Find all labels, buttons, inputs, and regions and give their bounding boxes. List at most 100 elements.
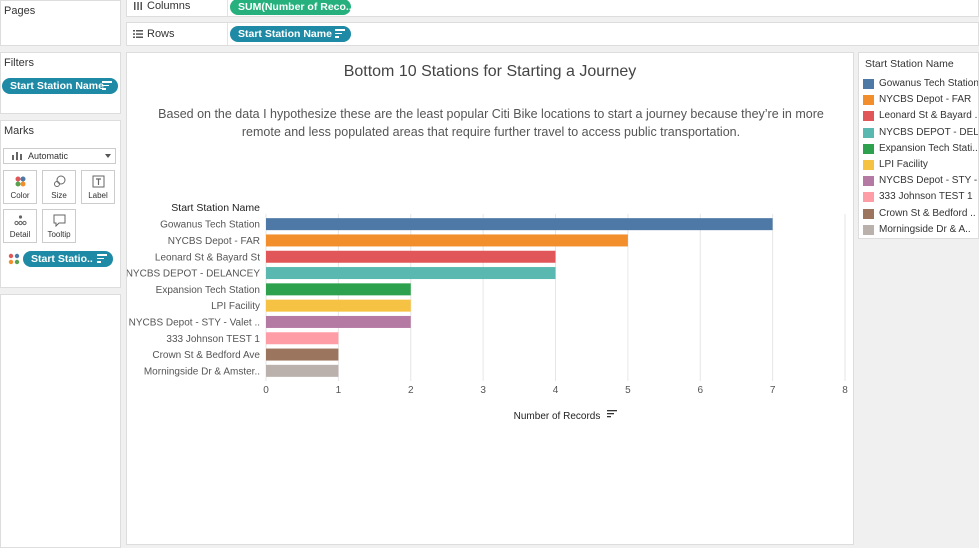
x-tick-label: 2 (408, 385, 414, 396)
label-label: Label (88, 191, 108, 200)
columns-shelf[interactable]: Columns SUM(Number of Reco.. (126, 0, 979, 17)
color-field-pill-label: Start Statio.. (31, 253, 93, 265)
rows-icon (133, 30, 143, 38)
category-label: LPI Facility (211, 301, 260, 312)
color-icon (15, 176, 26, 187)
legend-label: NYCBS DEPOT - DELA.. (879, 126, 979, 138)
category-label: NYCBS Depot - STY - Valet .. (129, 317, 260, 328)
bar (266, 283, 411, 296)
category-label: Gowanus Tech Station (160, 220, 260, 231)
x-tick-label: 8 (842, 385, 848, 396)
legend-item[interactable]: Expansion Tech Stati.. (863, 142, 978, 156)
chart-subtitle-line-2: remote and less populated areas that req… (241, 125, 741, 139)
color-field-pill[interactable]: Start Statio.. (23, 251, 113, 267)
legend-item[interactable]: NYCBS Depot - STY - .. (863, 174, 979, 188)
rows-pill[interactable]: Start Station Name (230, 26, 351, 42)
legend-item[interactable]: 333 Johnson TEST 1 (863, 190, 978, 204)
bar (266, 218, 773, 231)
label-button[interactable]: Label (81, 170, 115, 204)
rows-shelf[interactable]: Rows Start Station Name (126, 22, 979, 46)
legend-swatch (863, 95, 874, 106)
mark-type-label: Automatic (28, 151, 69, 161)
chart-view: Bottom 10 Stations for Starting a Journe… (126, 52, 854, 545)
category-label: NYCBS Depot - FAR (168, 236, 260, 247)
legend-label: NYCBS Depot - STY - .. (879, 175, 979, 187)
marks-card: Marks Automatic Color Size Label Detail … (0, 120, 121, 288)
legend-label: Gowanus Tech Station (879, 78, 979, 89)
legend-label: 333 Johnson TEST 1 (879, 191, 973, 203)
sort-icon-stroke (607, 416, 611, 418)
pages-label: Pages (4, 5, 36, 17)
category-label: NYCBS DEPOT - DELANCEY (127, 269, 260, 280)
legend-swatch (863, 127, 874, 138)
bar (266, 315, 411, 328)
legend-swatch (863, 176, 874, 187)
legend-swatch (863, 79, 874, 89)
legend-swatch (863, 143, 874, 154)
legend-swatch (863, 224, 874, 235)
color-button[interactable]: Color (3, 170, 37, 204)
mark-type-dropdown[interactable]: Automatic (3, 148, 116, 164)
size-label: Size (51, 191, 67, 200)
chart-subtitle: Based on the data I hypothesize these ar… (143, 105, 839, 141)
sort-icon (335, 29, 345, 39)
tableau-worksheet: Pages Filters Start Station Name Marks A… (0, 0, 979, 548)
detail-icon (14, 215, 27, 226)
color-legend[interactable]: Start Station Name Gowanus Tech Station N… (858, 52, 979, 239)
legend-swatch (863, 208, 874, 219)
size-button[interactable]: Size (42, 170, 76, 204)
chart-title: Bottom 10 Stations for Starting a Journe… (343, 63, 637, 80)
sort-icon (102, 81, 112, 91)
bar-chart-icon (12, 152, 22, 160)
category-label: 333 Johnson TEST 1 (166, 334, 260, 345)
x-tick-label: 5 (625, 385, 631, 396)
pages-card[interactable]: Pages (0, 0, 121, 46)
bar (266, 348, 339, 361)
columns-label: Columns (147, 0, 191, 12)
chevron-down-icon (105, 154, 111, 158)
columns-pill[interactable]: SUM(Number of Reco.. (230, 0, 351, 15)
legend-item[interactable]: NYCBS DEPOT - DELA.. (863, 126, 979, 140)
detail-label: Detail (9, 230, 31, 239)
legend-item[interactable]: Gowanus Tech Station (863, 77, 979, 91)
sort-icon-stroke (607, 410, 617, 412)
filters-card[interactable]: Filters Start Station Name (0, 52, 121, 114)
x-tick-label: 1 (336, 385, 342, 396)
text-label-icon (92, 175, 105, 188)
x-tick-label: 6 (697, 385, 703, 396)
bar (266, 267, 556, 280)
tooltip-button[interactable]: Tooltip (42, 209, 76, 243)
legend-item[interactable]: Crown St & Bedford .. (863, 207, 978, 221)
x-tick-label: 4 (553, 385, 559, 396)
detail-button[interactable]: Detail (3, 209, 37, 243)
legend-label: Expansion Tech Stati.. (879, 142, 978, 154)
legend-item[interactable]: NYCBS Depot - FAR (863, 93, 978, 107)
tooltip-label: Tooltip (47, 230, 71, 239)
bar (266, 234, 628, 247)
x-tick-label: 0 (263, 385, 269, 396)
legend-item[interactable]: Morningside Dr & A.. (863, 223, 978, 237)
legend-item[interactable]: Leonard St & Bayard .. (863, 109, 978, 123)
rows-pill-label: Start Station Name (238, 28, 332, 40)
color-dots-icon (8, 253, 20, 265)
bar (266, 364, 339, 377)
rows-label: Rows (147, 28, 175, 40)
bar (266, 299, 411, 312)
empty-card (0, 294, 121, 548)
color-label: Color (10, 191, 30, 200)
bar-chart: 0 1 2 3 4 5 6 7 8 Start Station Name Gowanus Tech … (127, 202, 848, 422)
left-pane: Pages Filters Start Station Name Marks A… (0, 0, 121, 548)
tooltip-icon (53, 214, 66, 227)
category-label: Crown St & Bedford Ave (152, 350, 260, 361)
size-icon (54, 175, 66, 187)
category-label: Morningside Dr & Amster.. (144, 366, 260, 377)
filter-pill[interactable]: Start Station Name (2, 78, 118, 94)
sort-icon (97, 254, 107, 264)
marks-label: Marks (4, 125, 34, 137)
y-axis-header: Start Station Name (171, 202, 260, 214)
x-axis-title: Number of Records (514, 411, 601, 422)
shelf-divider (227, 0, 228, 16)
category-label: Leonard St & Bayard St (155, 252, 260, 263)
legend-item[interactable]: LPI Facility (863, 158, 978, 172)
category-label: Expansion Tech Station (156, 285, 260, 296)
